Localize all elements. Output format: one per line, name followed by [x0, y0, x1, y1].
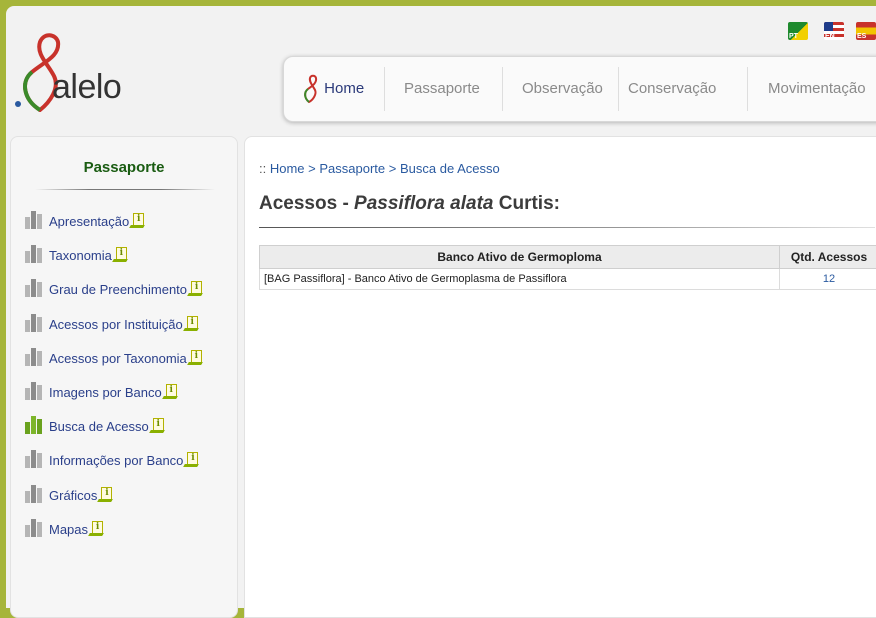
nav-divider: [618, 67, 619, 111]
sidebar-item-label: Mapas: [49, 522, 88, 537]
table-row: [BAG Passiflora] - Banco Ativo de Germop…: [260, 269, 876, 290]
bar-chart-icon: [25, 448, 45, 468]
info-icon[interactable]: i: [163, 384, 177, 399]
main-nav: Home Passaporte Observação Conservação M…: [283, 56, 876, 122]
bar-chart-icon: [25, 243, 45, 263]
table-header-row: Banco Ativo de Germoploma Qtd. Acessos: [260, 246, 876, 269]
sidebar-item-label: Grau de Preenchimento: [49, 282, 187, 297]
sidebar-item-label: Gráficos: [49, 488, 97, 503]
title-suffix: Curtis:: [493, 193, 560, 214]
alelo-logo[interactable]: alelo: [14, 30, 124, 112]
flag-en-icon[interactable]: EN: [824, 22, 844, 40]
flag-pt-icon[interactable]: PT: [788, 22, 808, 40]
breadcrumb-separator: >: [308, 161, 319, 176]
breadcrumb-home[interactable]: Home: [270, 161, 305, 176]
bar-chart-icon: [25, 346, 45, 366]
header: alelo PT EN ES Home: [6, 6, 876, 134]
bar-chart-icon: [25, 209, 45, 229]
nav-passaporte[interactable]: Passaporte: [404, 57, 480, 121]
flag-es-icon[interactable]: ES: [856, 22, 876, 40]
sidebar-divider: [35, 189, 215, 190]
nav-movimentacao[interactable]: Movimentação: [768, 57, 866, 121]
bar-chart-icon: [25, 277, 45, 297]
info-icon[interactable]: i: [184, 452, 198, 467]
info-icon[interactable]: i: [184, 316, 198, 331]
info-icon[interactable]: i: [130, 213, 144, 228]
page-title: Acessos - Passiflora alata Curtis:: [259, 193, 560, 215]
access-count-link[interactable]: 12: [780, 269, 876, 290]
breadcrumb-passaporte[interactable]: Passaporte: [319, 161, 385, 176]
bar-chart-icon: [25, 517, 45, 537]
breadcrumb: :: Home > Passaporte > Busca de Acesso: [259, 161, 500, 176]
info-icon[interactable]: i: [98, 487, 112, 502]
title-divider: [259, 227, 875, 228]
sidebar-item-label: Taxonomia: [49, 248, 112, 263]
language-switcher: PT EN ES: [786, 22, 876, 44]
info-icon[interactable]: i: [188, 281, 202, 296]
breadcrumb-separator: >: [389, 161, 400, 176]
sidebar: Passaporte ApresentaçãoiTaxonomiaiGrau d…: [10, 136, 238, 618]
nav-divider: [747, 67, 748, 111]
sidebar-title: Passaporte: [11, 159, 237, 176]
nav-divider: [502, 67, 503, 111]
nav-conservacao[interactable]: Conservação: [628, 57, 716, 121]
column-header-bank: Banco Ativo de Germoploma: [260, 246, 780, 269]
bar-chart-icon: [25, 380, 45, 400]
sidebar-item-label: Imagens por Banco: [49, 385, 162, 400]
info-icon[interactable]: i: [113, 247, 127, 262]
sidebar-item-label: Apresentação: [49, 214, 129, 229]
bank-cell: [BAG Passiflora] - Banco Ativo de Germop…: [260, 269, 780, 290]
sidebar-item-label: Informações por Banco: [49, 453, 183, 468]
main-content: :: Home > Passaporte > Busca de Acesso A…: [244, 136, 876, 618]
logo-text: alelo: [52, 68, 121, 107]
title-species: Passiflora alata: [354, 193, 493, 214]
breadcrumb-prefix: ::: [259, 161, 270, 176]
title-prefix: Acessos -: [259, 193, 354, 214]
column-header-count: Qtd. Acessos: [780, 246, 876, 269]
nav-divider: [384, 67, 385, 111]
page-frame: alelo PT EN ES Home: [6, 6, 876, 608]
bar-chart-icon: [25, 414, 45, 434]
sidebar-item-label: Acessos por Taxonomia: [49, 351, 187, 366]
info-icon[interactable]: i: [188, 350, 202, 365]
access-table: Banco Ativo de Germoploma Qtd. Acessos […: [259, 245, 876, 290]
bar-chart-icon: [25, 483, 45, 503]
breadcrumb-current: Busca de Acesso: [400, 161, 500, 176]
info-icon[interactable]: i: [89, 521, 103, 536]
bar-chart-icon: [25, 312, 45, 332]
info-icon[interactable]: i: [150, 418, 164, 433]
sidebar-item-label: Busca de Acesso: [49, 419, 149, 434]
sidebar-item-label: Acessos por Instituição: [49, 317, 183, 332]
alelo-logo-icon: [302, 74, 320, 104]
nav-home[interactable]: Home: [302, 57, 364, 121]
nav-observacao[interactable]: Observação: [522, 57, 603, 121]
